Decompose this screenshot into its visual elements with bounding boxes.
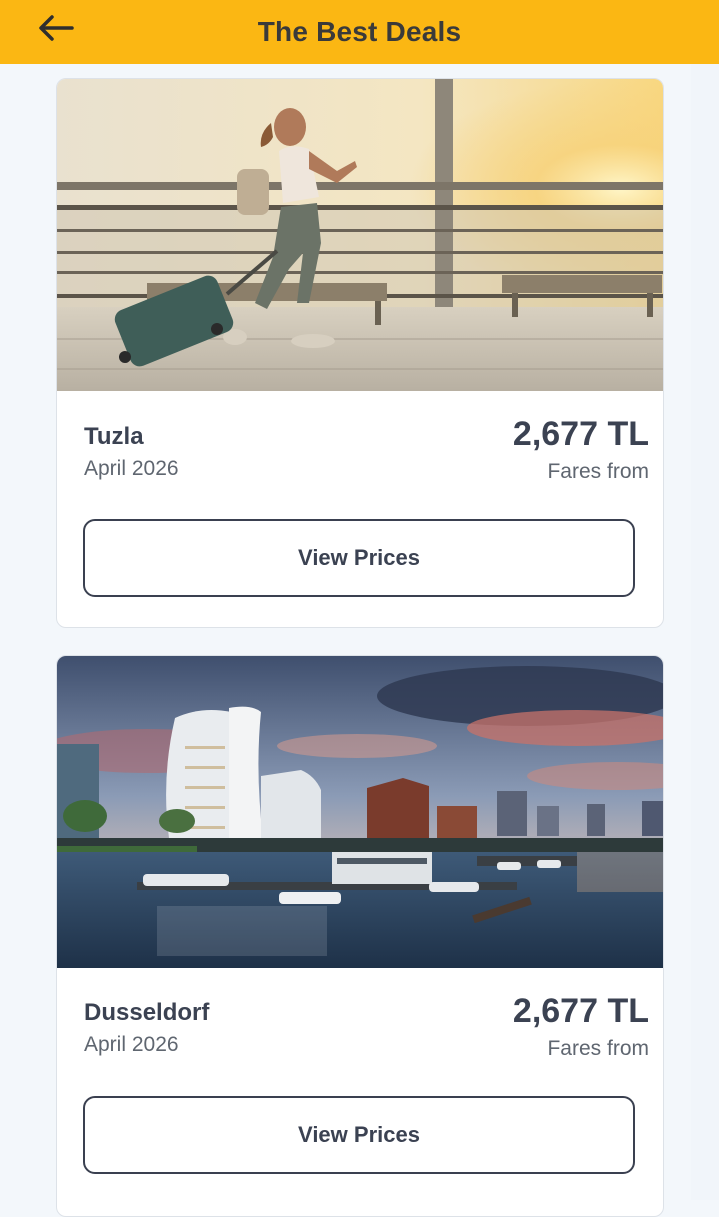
deal-image-airport <box>57 79 663 391</box>
back-button[interactable] <box>34 10 78 46</box>
deal-price: 2,677 TL <box>512 415 649 453</box>
fares-from-label: Fares from <box>547 1037 649 1060</box>
deal-card-dusseldorf: Dusseldorf April 2026 2,677 TL Fares fro… <box>56 655 664 1217</box>
deal-city-name: Tuzla <box>84 423 144 450</box>
deal-image-dusseldorf <box>57 656 663 968</box>
header-bar: The Best Deals <box>0 0 719 64</box>
view-prices-button[interactable]: View Prices <box>83 1096 635 1174</box>
deal-month: April 2026 <box>84 457 179 480</box>
fares-from-label: Fares from <box>547 460 649 483</box>
scrollbar[interactable] <box>691 64 719 1200</box>
view-prices-button[interactable]: View Prices <box>83 519 635 597</box>
deal-price: 2,677 TL <box>512 992 649 1030</box>
deal-city-name: Dusseldorf <box>84 999 210 1026</box>
arrow-left-icon <box>39 15 74 41</box>
deal-month: April 2026 <box>84 1033 179 1056</box>
deal-card-tuzla: Tuzla April 2026 2,677 TL Fares from Vie… <box>56 78 664 628</box>
page-title: The Best Deals <box>257 16 462 47</box>
